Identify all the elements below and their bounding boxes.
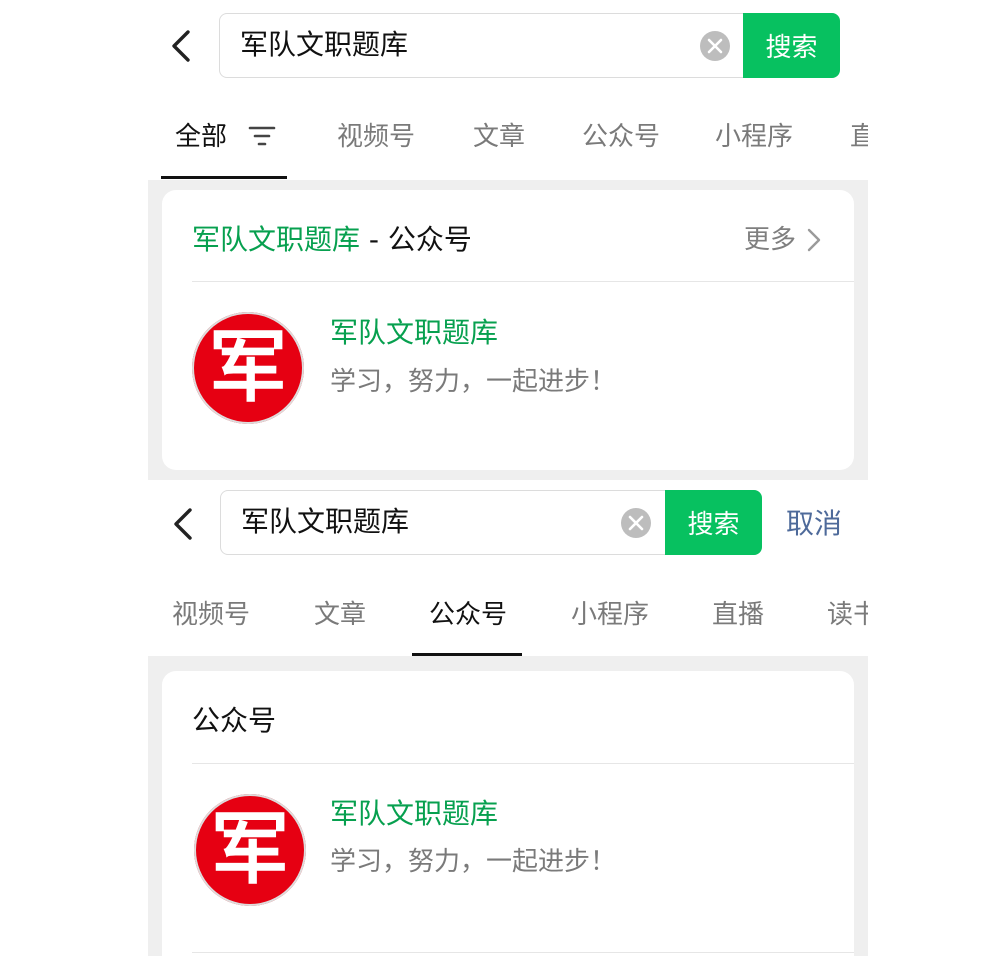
- account-name[interactable]: 军队文职题库: [330, 315, 498, 351]
- cancel-button[interactable]: 取消: [786, 504, 842, 544]
- more-link[interactable]: 更多: [744, 222, 822, 258]
- account-avatar[interactable]: 军: [192, 312, 304, 424]
- search-screen-all: 军队文职题库 搜索 全部 视频号 文章 公众号 小程序 直 军队文职题库 - 公…: [148, 0, 868, 480]
- search-button[interactable]: 搜索: [743, 13, 840, 78]
- tab-books[interactable]: 读书: [827, 570, 868, 660]
- tab-bar: 视频号 文章 公众号 小程序 直播 读书: [148, 570, 868, 660]
- account-name[interactable]: 军队文职题库: [330, 796, 498, 832]
- card-title-type: - 公众号: [360, 223, 472, 256]
- tab-live[interactable]: 直播: [712, 570, 764, 660]
- account-description: 学习，努力，一起进步！: [330, 367, 617, 397]
- search-box: 军队文职题库: [219, 13, 819, 78]
- card-title: 公众号: [192, 704, 277, 737]
- back-arrow-icon[interactable]: [170, 506, 200, 542]
- tab-articles[interactable]: 文章: [314, 570, 366, 660]
- tab-bar: 全部 视频号 文章 公众号 小程序 直: [148, 92, 868, 182]
- tab-official-accounts[interactable]: 公众号: [429, 570, 507, 660]
- account-avatar[interactable]: 军: [194, 794, 306, 906]
- result-card: 公众号 军 军队文职题库 学习，努力，一起进步！: [162, 671, 854, 956]
- results-area: 军队文职题库 - 公众号 更多 军 军队文职题库 学习，努力，一起进步！: [148, 180, 868, 480]
- card-title-keyword: 军队文职题库: [192, 223, 361, 256]
- divider: [192, 281, 854, 282]
- tab-live[interactable]: 直: [850, 92, 868, 182]
- tab-all[interactable]: 全部: [175, 92, 227, 182]
- divider: [192, 763, 854, 764]
- more-label: 更多: [743, 225, 796, 255]
- tab-indicator: [161, 176, 287, 179]
- result-card: 军队文职题库 - 公众号 更多 军 军队文职题库 学习，努力，一起进步！: [162, 190, 854, 470]
- search-screen-accounts: 军队文职题库 搜索 取消 视频号 文章 公众号 小程序 直播 读书 公众号 军 …: [148, 480, 868, 956]
- clear-icon[interactable]: [621, 508, 651, 538]
- chevron-right-icon: [807, 228, 821, 252]
- search-input[interactable]: 军队文职题库: [240, 27, 408, 63]
- card-title: 军队文职题库 - 公众号: [192, 220, 472, 260]
- account-description: 学习，努力，一起进步！: [330, 847, 617, 877]
- results-area: 公众号 军 军队文职题库 学习，努力，一起进步！: [148, 656, 868, 956]
- tab-channels[interactable]: 视频号: [172, 570, 250, 660]
- tab-channels[interactable]: 视频号: [337, 92, 415, 182]
- back-arrow-icon[interactable]: [168, 28, 198, 64]
- divider: [192, 952, 854, 953]
- search-input[interactable]: 军队文职题库: [241, 504, 409, 540]
- tab-mini-programs[interactable]: 小程序: [571, 570, 649, 660]
- clear-icon[interactable]: [700, 31, 730, 61]
- filter-icon[interactable]: [248, 124, 276, 148]
- tab-official-accounts[interactable]: 公众号: [582, 92, 660, 182]
- tab-articles[interactable]: 文章: [473, 92, 525, 182]
- search-button[interactable]: 搜索: [665, 490, 762, 555]
- tab-mini-programs[interactable]: 小程序: [715, 92, 793, 182]
